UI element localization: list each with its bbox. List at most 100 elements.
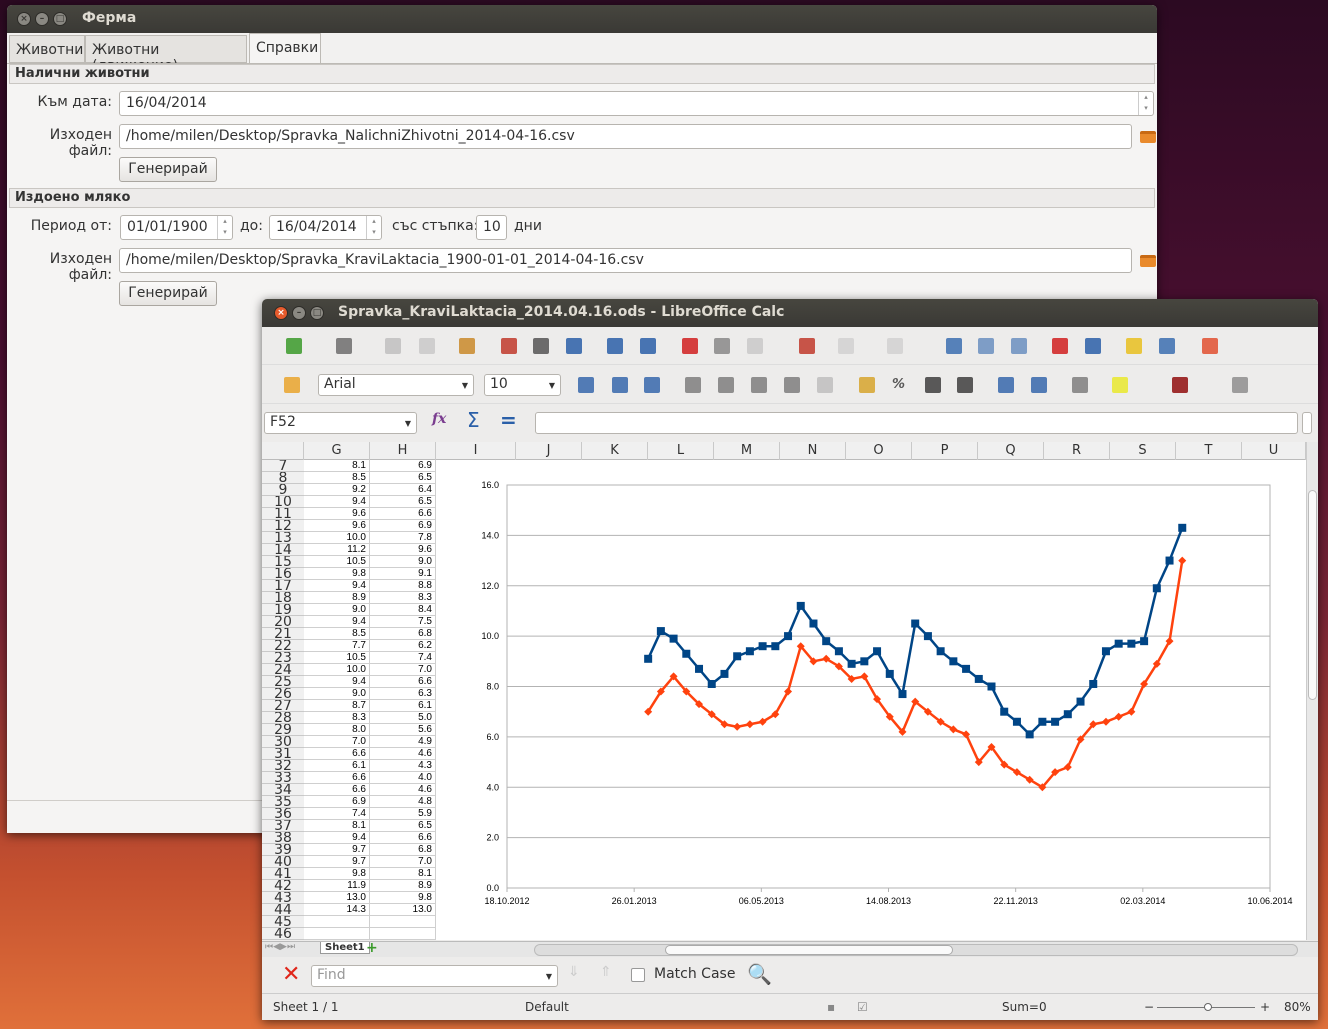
cell-G7[interactable]: 8.1 bbox=[304, 460, 370, 472]
row-header-43[interactable]: 43 bbox=[262, 892, 304, 904]
find-next-icon[interactable]: ⇓ bbox=[568, 964, 580, 980]
cell-H27[interactable]: 6.1 bbox=[370, 700, 436, 712]
sum-icon[interactable]: Σ bbox=[467, 408, 480, 432]
row-header-37[interactable]: 37 bbox=[262, 820, 304, 832]
cell-G29[interactable]: 8.0 bbox=[304, 724, 370, 736]
justify-icon[interactable] bbox=[780, 373, 804, 397]
cell-H25[interactable]: 6.6 bbox=[370, 676, 436, 688]
date-input[interactable]: 16/04/2014 bbox=[119, 91, 1154, 116]
email-icon[interactable] bbox=[415, 334, 439, 358]
cell-G22[interactable]: 7.7 bbox=[304, 640, 370, 652]
help-icon[interactable] bbox=[1198, 334, 1222, 358]
cell-H7[interactable]: 6.9 bbox=[370, 460, 436, 472]
folder-icon[interactable] bbox=[1140, 255, 1156, 267]
match-case-checkbox[interactable] bbox=[631, 968, 645, 982]
cell-G37[interactable]: 8.1 bbox=[304, 820, 370, 832]
cell-G36[interactable]: 7.4 bbox=[304, 808, 370, 820]
row-header-38[interactable]: 38 bbox=[262, 832, 304, 844]
align-left-icon[interactable] bbox=[681, 373, 705, 397]
cell-H39[interactable]: 6.8 bbox=[370, 844, 436, 856]
font-color-icon[interactable] bbox=[1168, 373, 1192, 397]
print-icon[interactable] bbox=[529, 334, 553, 358]
font-name-select[interactable]: Arial ▼ bbox=[318, 374, 474, 396]
spellcheck-icon[interactable] bbox=[603, 334, 627, 358]
row-header-24[interactable]: 24 bbox=[262, 664, 304, 676]
generate-button[interactable]: Генерирай bbox=[119, 157, 217, 182]
print-preview-icon[interactable] bbox=[562, 334, 586, 358]
cell-G33[interactable]: 6.6 bbox=[304, 772, 370, 784]
row-header-19[interactable]: 19 bbox=[262, 604, 304, 616]
selection-mode-icon[interactable]: ▪ bbox=[827, 1000, 835, 1014]
select-all-corner[interactable] bbox=[262, 442, 304, 460]
increase-indent-icon[interactable] bbox=[1027, 373, 1051, 397]
cell-G27[interactable]: 8.7 bbox=[304, 700, 370, 712]
styles-icon[interactable] bbox=[280, 373, 304, 397]
column-header-L[interactable]: L bbox=[648, 442, 714, 460]
scroll-thumb[interactable] bbox=[665, 945, 953, 955]
horizontal-scrollbar[interactable] bbox=[534, 944, 1298, 956]
cell-G10[interactable]: 9.4 bbox=[304, 496, 370, 508]
to-date-spinner[interactable]: ▴ ▾ bbox=[366, 216, 381, 239]
autospellcheck-icon[interactable] bbox=[636, 334, 660, 358]
find-input[interactable]: Find ▼ bbox=[311, 965, 558, 987]
redo-icon[interactable] bbox=[883, 334, 907, 358]
percent-icon[interactable]: % bbox=[888, 373, 912, 397]
merge-cells-icon[interactable] bbox=[813, 373, 837, 397]
column-header-S[interactable]: S bbox=[1110, 442, 1176, 460]
export-pdf-icon[interactable] bbox=[497, 334, 521, 358]
cell-G21[interactable]: 8.5 bbox=[304, 628, 370, 640]
cell-H34[interactable]: 4.6 bbox=[370, 784, 436, 796]
row-header-44[interactable]: 44 bbox=[262, 904, 304, 916]
row-header-36[interactable]: 36 bbox=[262, 808, 304, 820]
cell-H21[interactable]: 6.8 bbox=[370, 628, 436, 640]
cell-H22[interactable]: 6.2 bbox=[370, 640, 436, 652]
row-header-26[interactable]: 26 bbox=[262, 688, 304, 700]
name-box[interactable]: F52 ▼ bbox=[264, 412, 417, 434]
zoom-slider-thumb[interactable] bbox=[1204, 1003, 1213, 1011]
close-icon[interactable]: × bbox=[17, 12, 31, 26]
cell-H46[interactable] bbox=[370, 928, 436, 940]
cell-G35[interactable]: 6.9 bbox=[304, 796, 370, 808]
row-header-30[interactable]: 30 bbox=[262, 736, 304, 748]
row-header-10[interactable]: 10 bbox=[262, 496, 304, 508]
row-header-7[interactable]: 7 bbox=[262, 460, 304, 472]
column-header-T[interactable]: T bbox=[1176, 442, 1242, 460]
row-header-46[interactable]: 46 bbox=[262, 928, 304, 940]
background-color-icon[interactable] bbox=[1108, 373, 1132, 397]
cell-H30[interactable]: 4.9 bbox=[370, 736, 436, 748]
hyperlink-icon[interactable] bbox=[942, 334, 966, 358]
cell-H43[interactable]: 9.8 bbox=[370, 892, 436, 904]
cell-H28[interactable]: 5.0 bbox=[370, 712, 436, 724]
row-header-17[interactable]: 17 bbox=[262, 580, 304, 592]
cell-H29[interactable]: 5.6 bbox=[370, 724, 436, 736]
clone-formatting-icon[interactable] bbox=[795, 334, 819, 358]
spreadsheet-grid[interactable]: GHIJKLMNOPQRSTU 7 8.1 6.9 8 8.5 6.5 9 9.2 6.4 10 9… bbox=[262, 442, 1306, 940]
delete-decimal-icon[interactable] bbox=[953, 373, 977, 397]
milk-file-input[interactable]: /home/milen/Desktop/Spravka_KraviLaktaci… bbox=[119, 248, 1132, 273]
column-header-I[interactable]: I bbox=[436, 442, 516, 460]
row-header-32[interactable]: 32 bbox=[262, 760, 304, 772]
formula-icon[interactable]: = bbox=[500, 408, 517, 432]
row-header-27[interactable]: 27 bbox=[262, 700, 304, 712]
add-decimal-icon[interactable] bbox=[921, 373, 945, 397]
cell-G25[interactable]: 9.4 bbox=[304, 676, 370, 688]
row-header-16[interactable]: 16 bbox=[262, 568, 304, 580]
cell-G31[interactable]: 6.6 bbox=[304, 748, 370, 760]
cell-H18[interactable]: 8.3 bbox=[370, 592, 436, 604]
row-header-45[interactable]: 45 bbox=[262, 916, 304, 928]
from-date-spinner[interactable]: ▴ ▾ bbox=[217, 216, 232, 239]
cell-G44[interactable]: 14.3 bbox=[304, 904, 370, 916]
row-header-9[interactable]: 9 bbox=[262, 484, 304, 496]
cell-G26[interactable]: 9.0 bbox=[304, 688, 370, 700]
cell-G28[interactable]: 8.3 bbox=[304, 712, 370, 724]
tab-animals[interactable]: Животни bbox=[9, 35, 85, 63]
cell-G18[interactable]: 8.9 bbox=[304, 592, 370, 604]
cell-G38[interactable]: 9.4 bbox=[304, 832, 370, 844]
sort-descending-icon[interactable] bbox=[1007, 334, 1031, 358]
cell-H44[interactable]: 13.0 bbox=[370, 904, 436, 916]
vertical-scrollbar[interactable] bbox=[1306, 442, 1318, 940]
cell-H36[interactable]: 5.9 bbox=[370, 808, 436, 820]
cell-H16[interactable]: 9.1 bbox=[370, 568, 436, 580]
row-header-35[interactable]: 35 bbox=[262, 796, 304, 808]
row-header-12[interactable]: 12 bbox=[262, 520, 304, 532]
